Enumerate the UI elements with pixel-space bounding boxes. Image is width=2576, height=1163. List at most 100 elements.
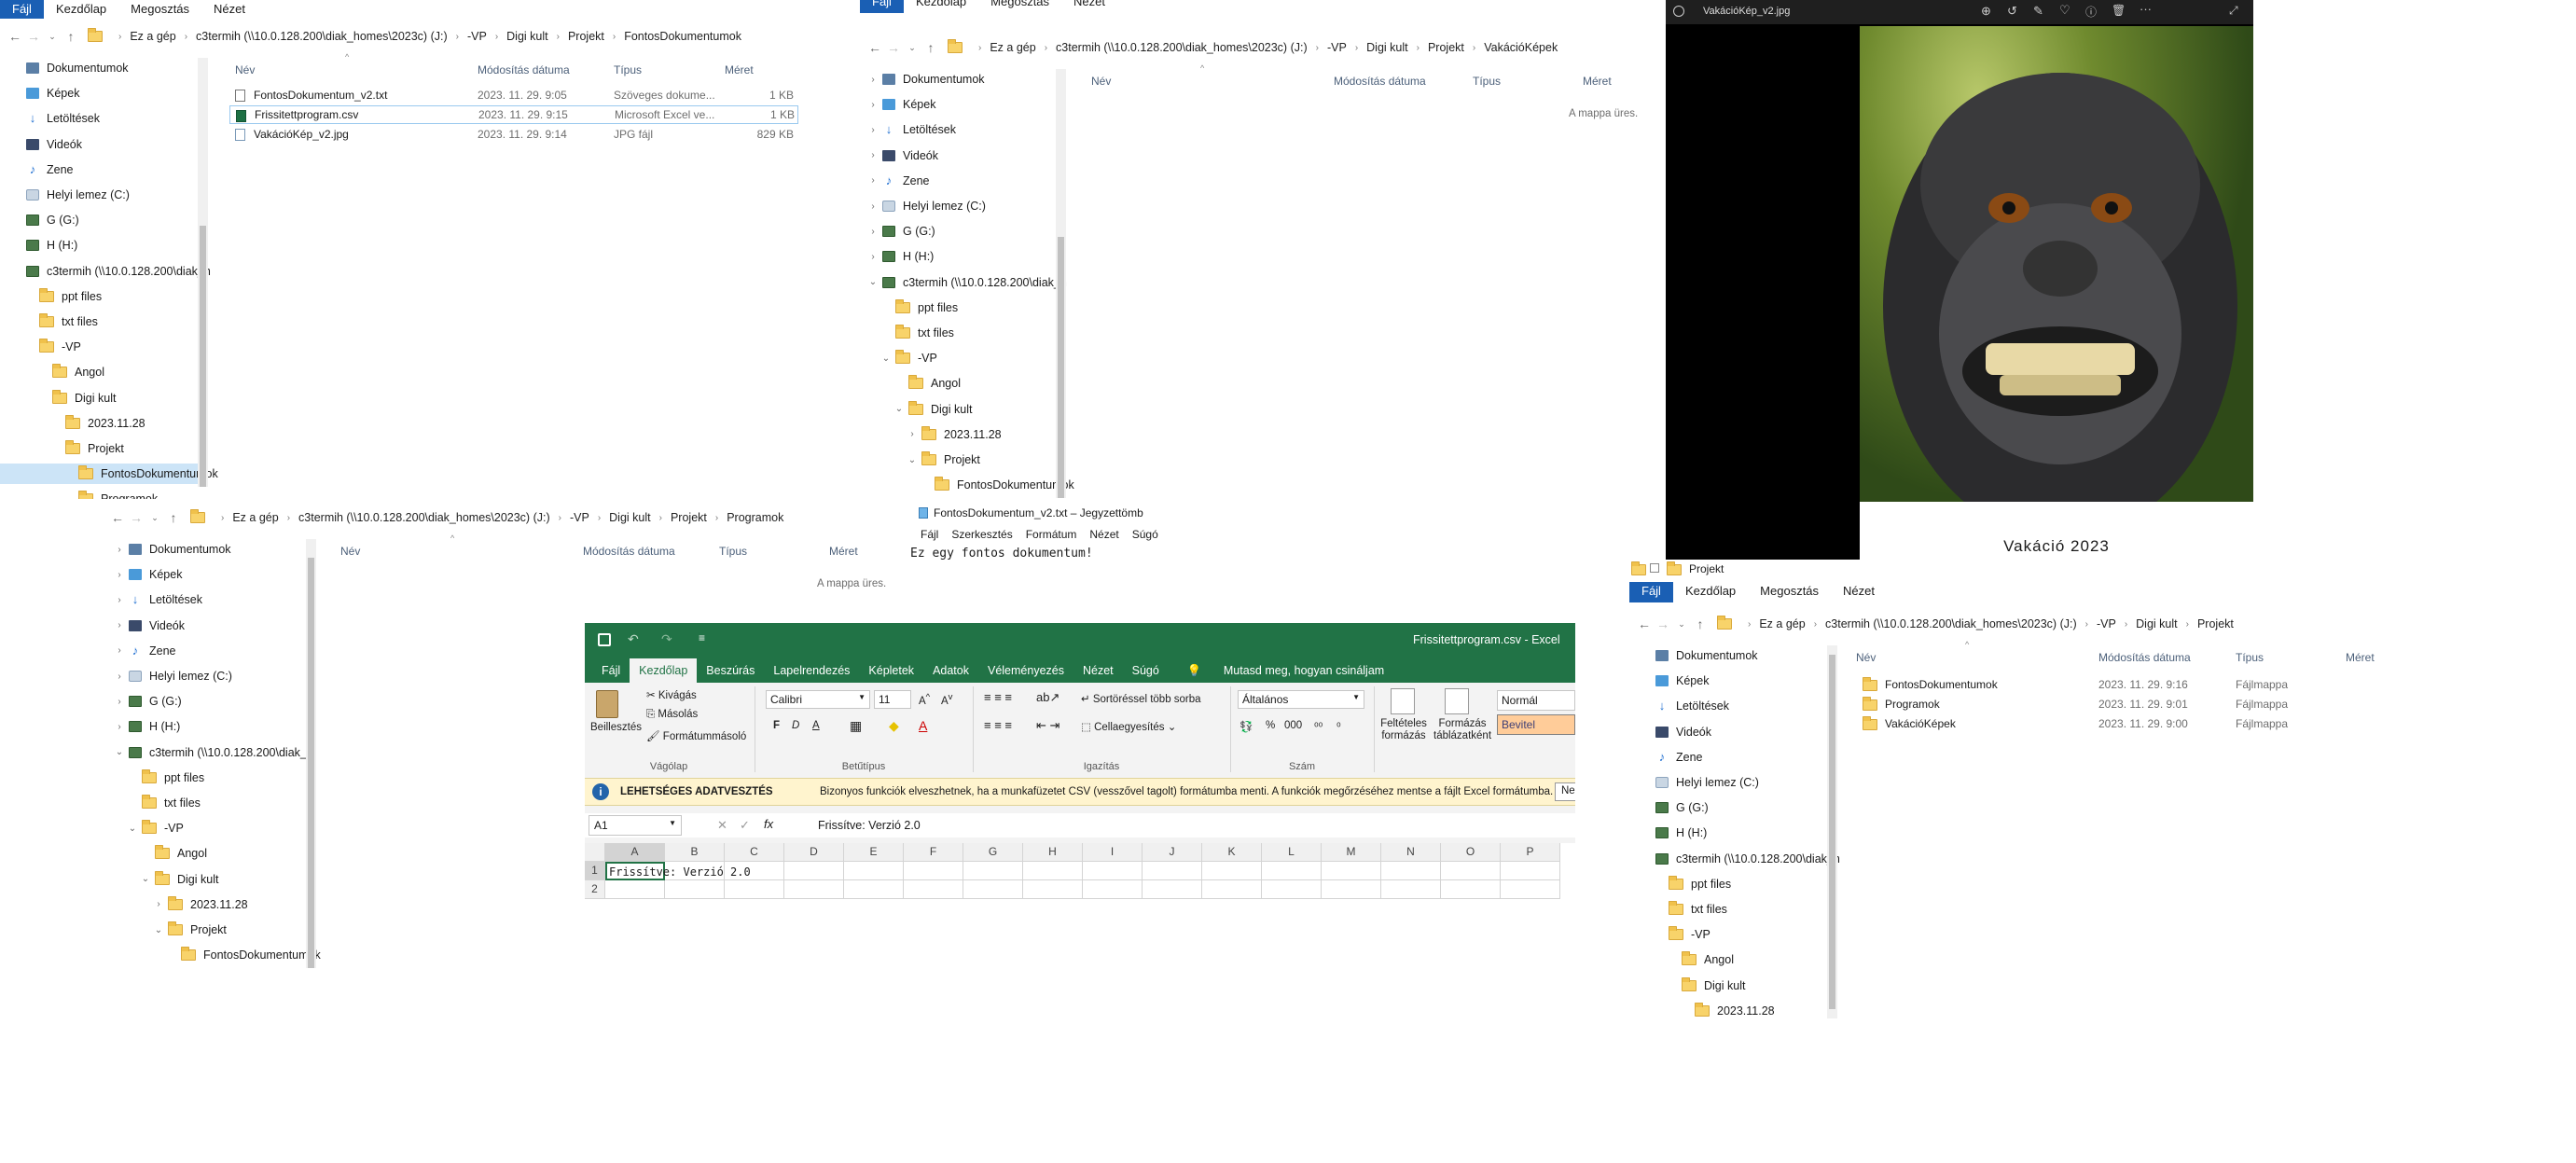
- breadcrumb-item[interactable]: Ez a gép: [1759, 617, 1805, 630]
- grid-cell[interactable]: [605, 880, 665, 899]
- column-size[interactable]: Méret: [725, 63, 754, 76]
- borders-icon[interactable]: ▦: [850, 718, 862, 734]
- forward-arrow-icon[interactable]: →: [884, 40, 903, 55]
- column-type[interactable]: Típus: [2236, 651, 2264, 664]
- breadcrumb-item[interactable]: c3termih (\\10.0.128.200\diak_homes\2023…: [196, 30, 448, 43]
- chevron-right-icon[interactable]: ›: [114, 722, 125, 732]
- tree-item[interactable]: › ♪ Zene: [860, 171, 1056, 191]
- decimal-decrease-icon[interactable]: ⁰: [1336, 720, 1341, 733]
- grid-cell[interactable]: [1083, 862, 1143, 880]
- grow-font-icon[interactable]: A^: [919, 692, 930, 707]
- tree-item[interactable]: ppt files: [1629, 874, 1827, 894]
- chevron-right-icon[interactable]: ›: [867, 125, 879, 135]
- column-header[interactable]: M: [1322, 843, 1381, 862]
- chevron-right-icon[interactable]: ›: [867, 175, 879, 186]
- align-top-icon[interactable]: ≡ ≡ ≡: [984, 690, 1012, 704]
- more-icon[interactable]: ···: [2140, 2, 2152, 16]
- tab-page-layout[interactable]: Lapelrendezés: [764, 658, 859, 683]
- back-arrow-icon[interactable]: ←: [866, 40, 884, 55]
- column-size[interactable]: Méret: [1583, 75, 1612, 88]
- folder-row[interactable]: FontosDokumentumok 2023. 11. 29. 9:16 Fájl…: [1853, 675, 2413, 694]
- grid-cell[interactable]: [1143, 862, 1202, 880]
- breadcrumb-item[interactable]: -VP: [570, 511, 589, 524]
- save-icon[interactable]: [598, 633, 611, 646]
- column-header[interactable]: C: [725, 843, 784, 862]
- menu-file[interactable]: Fájl: [0, 0, 44, 19]
- tree-item[interactable]: Angol: [1629, 949, 1827, 970]
- chevron-right-icon[interactable]: ›: [114, 697, 125, 707]
- column-header[interactable]: P: [1501, 843, 1560, 862]
- tree-item[interactable]: › Videók: [103, 616, 306, 636]
- chevron-right-icon[interactable]: ›: [907, 429, 918, 439]
- column-header[interactable]: I: [1083, 843, 1143, 862]
- tree-item[interactable]: › H (H:): [860, 246, 1056, 267]
- menu-view[interactable]: Nézet: [1061, 0, 1117, 13]
- tree-item[interactable]: › Képek: [860, 94, 1056, 115]
- tree-item[interactable]: ♪ Zene: [0, 159, 198, 180]
- chevron-right-icon[interactable]: ›: [867, 150, 879, 160]
- tree-scrollbar[interactable]: [1056, 69, 1066, 498]
- breadcrumb-item[interactable]: Digi kult: [1366, 41, 1407, 54]
- file-row[interactable]: Frissitettprogram.csv 2023. 11. 29. 9:15 M…: [229, 105, 798, 124]
- column-header[interactable]: J: [1143, 843, 1202, 862]
- tab-file[interactable]: Fájl: [585, 658, 630, 683]
- column-type[interactable]: Típus: [1473, 75, 1501, 88]
- font-size-select[interactable]: 11: [874, 690, 911, 709]
- up-arrow-icon[interactable]: ↑: [921, 40, 940, 55]
- tree-item[interactable]: ⌄ Digi kult: [103, 869, 306, 890]
- format-as-table-icon[interactable]: [1445, 688, 1469, 714]
- grid-cell[interactable]: [1381, 862, 1441, 880]
- tab-review[interactable]: Véleményezés: [978, 658, 1073, 683]
- orientation-icon[interactable]: ab↗: [1036, 690, 1059, 705]
- up-arrow-icon[interactable]: ↑: [62, 29, 80, 44]
- breadcrumb-item[interactable]: -VP: [467, 30, 487, 43]
- tree-item[interactable]: H (H:): [0, 235, 198, 256]
- tell-me-box[interactable]: 💡 Mutasd meg, hogyan csináljam: [1169, 658, 1403, 683]
- tree-item[interactable]: -VP: [0, 337, 198, 357]
- zoom-icon[interactable]: ⊕: [1981, 4, 1991, 19]
- dropdown-chevron-icon[interactable]: ⌄: [1672, 619, 1691, 630]
- grid-cell[interactable]: [665, 880, 725, 899]
- tree-item[interactable]: › G (G:): [103, 691, 306, 712]
- tab-data[interactable]: Adatok: [923, 658, 978, 683]
- menu-home[interactable]: Kezdőlap: [44, 0, 118, 19]
- fullscreen-icon[interactable]: ⤢: [2229, 4, 2238, 18]
- menu-file[interactable]: Fájl: [1629, 582, 1673, 602]
- tab-insert[interactable]: Beszúrás: [697, 658, 764, 683]
- notepad-text-area[interactable]: Ez egy fontos dokumentum!: [910, 547, 1093, 561]
- tree-item[interactable]: txt files: [860, 323, 1056, 343]
- tree-item[interactable]: Helyi lemez (C:): [1629, 772, 1827, 793]
- breadcrumb-item[interactable]: c3termih (\\10.0.128.200\diak_homes\2023…: [298, 511, 550, 524]
- menu-view[interactable]: Nézet: [201, 0, 257, 19]
- tree-item[interactable]: › Dokumentumok: [103, 539, 306, 560]
- file-row[interactable]: VakációKép_v2.jpg 2023. 11. 29. 9:14 JPG f…: [229, 125, 798, 144]
- tree-item[interactable]: ppt files: [103, 768, 306, 788]
- chevron-down-icon[interactable]: ⌄: [140, 874, 151, 884]
- column-name[interactable]: Név: [1856, 651, 1876, 664]
- name-box[interactable]: A1 ▼: [589, 815, 682, 836]
- breadcrumb-item[interactable]: Digi kult: [506, 30, 547, 43]
- paste-button[interactable]: Beillesztés: [590, 722, 642, 733]
- tree-item[interactable]: Angol: [0, 362, 198, 382]
- back-arrow-icon[interactable]: ←: [6, 29, 24, 44]
- breadcrumb-item[interactable]: c3termih (\\10.0.128.200\diak_homes\2023…: [1825, 617, 2077, 630]
- bold-button[interactable]: F: [773, 720, 780, 731]
- rotate-icon[interactable]: ↺: [2007, 4, 2017, 19]
- chevron-right-icon[interactable]: ›: [114, 671, 125, 682]
- enter-icon[interactable]: ✓: [740, 818, 750, 833]
- tab-formulas[interactable]: Képletek: [859, 658, 923, 683]
- tree-item[interactable]: -VP: [1629, 924, 1827, 945]
- grid-cell[interactable]: [1501, 862, 1560, 880]
- notepad-menu-view[interactable]: Nézet: [1089, 528, 1118, 541]
- info-icon[interactable]: ⓘ: [2085, 4, 2097, 20]
- grid-cell[interactable]: [1322, 880, 1381, 899]
- grid-cell[interactable]: [963, 880, 1023, 899]
- delete-icon[interactable]: 🗑: [2112, 4, 2126, 17]
- percent-button[interactable]: %: [1266, 720, 1275, 731]
- edit-icon[interactable]: ✎: [2033, 4, 2043, 19]
- column-header[interactable]: E: [844, 843, 904, 862]
- column-header[interactable]: K: [1202, 843, 1262, 862]
- column-size[interactable]: Méret: [2346, 651, 2375, 664]
- breadcrumb-item[interactable]: Ez a gép: [130, 30, 175, 43]
- select-all-corner[interactable]: [585, 843, 605, 862]
